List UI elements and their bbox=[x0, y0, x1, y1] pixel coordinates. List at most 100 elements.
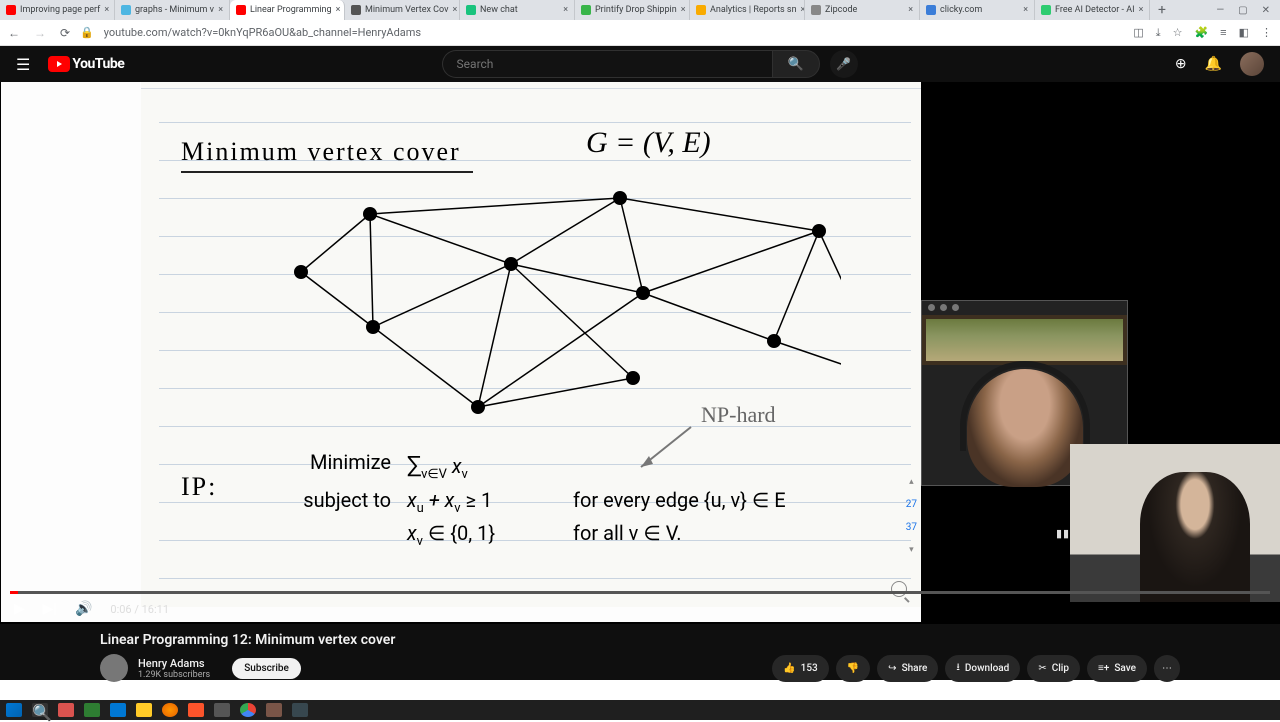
next-icon[interactable]: ▶| bbox=[43, 601, 57, 617]
close-icon[interactable]: ✕ bbox=[1262, 5, 1270, 16]
download-button[interactable]: ⭳Download bbox=[945, 655, 1020, 682]
tab-title: Analytics | Reports sn bbox=[710, 5, 797, 15]
volume-icon[interactable]: 🔊 bbox=[75, 601, 92, 617]
extension-icon[interactable]: ⤓ bbox=[1156, 26, 1161, 40]
clip-button[interactable]: ✂Clip bbox=[1027, 655, 1080, 682]
youtube-logo[interactable]: YouTube bbox=[48, 56, 124, 72]
bookmark-icon[interactable]: ☆ bbox=[1173, 26, 1183, 40]
share-button[interactable]: ↪Share bbox=[877, 655, 938, 682]
search-button[interactable]: 🔍 bbox=[772, 50, 820, 78]
video-title: Linear Programming 12: Minimum vertex co… bbox=[100, 632, 1180, 648]
favicon bbox=[6, 5, 16, 15]
app-icon[interactable] bbox=[58, 703, 74, 717]
search-icon: 🔍 bbox=[787, 57, 803, 72]
favicon bbox=[811, 5, 821, 15]
chevron-up-icon[interactable]: ▴ bbox=[909, 477, 914, 487]
close-icon[interactable]: × bbox=[681, 5, 686, 15]
dislike-button[interactable]: 👎 bbox=[836, 655, 870, 682]
browser-tab[interactable]: Analytics | Reports sn× bbox=[690, 0, 805, 20]
youtube-wordmark: YouTube bbox=[72, 56, 124, 72]
like-button[interactable]: 👍153 bbox=[772, 655, 829, 682]
favicon bbox=[581, 5, 591, 15]
browser-tab[interactable]: Minimum Vertex Cov × bbox=[345, 0, 460, 20]
create-icon[interactable]: ⊕ bbox=[1175, 56, 1187, 72]
channel-avatar[interactable] bbox=[100, 654, 128, 682]
search-icon[interactable]: 🔍 bbox=[32, 703, 48, 717]
close-icon[interactable]: × bbox=[336, 5, 341, 15]
search-bar: 🔍 🎤 bbox=[442, 50, 858, 78]
reload-icon[interactable]: ⟳ bbox=[60, 26, 70, 40]
mic-icon: 🎤 bbox=[836, 57, 851, 71]
close-icon[interactable]: × bbox=[908, 5, 913, 15]
subscribe-button[interactable]: Subscribe bbox=[232, 658, 301, 679]
slide-navigator[interactable]: ▴ 27 37 ▾ bbox=[906, 477, 917, 555]
url-text[interactable]: youtube.com/watch?v=0knYqPR6aOU&ab_chann… bbox=[104, 26, 1124, 39]
forward-icon[interactable]: → bbox=[34, 26, 46, 40]
sidepanel-icon[interactable]: ◧ bbox=[1239, 26, 1249, 40]
browser-tab[interactable]: clicky.com× bbox=[920, 0, 1035, 20]
avatar[interactable] bbox=[1240, 52, 1264, 76]
vscode-icon[interactable] bbox=[110, 703, 126, 717]
viewer-webcam: ▮▮ bbox=[1070, 444, 1280, 602]
more-button[interactable]: ⋯ bbox=[1154, 655, 1180, 682]
pause-icon: ▮▮ bbox=[1056, 527, 1070, 540]
app-icon[interactable] bbox=[84, 703, 100, 717]
download-icon: ⭳ bbox=[956, 660, 960, 677]
thumbs-up-icon: 👍 bbox=[783, 663, 795, 674]
page-number: 37 bbox=[906, 522, 917, 533]
close-icon[interactable]: × bbox=[218, 5, 223, 15]
tab-title: Minimum Vertex Cov bbox=[365, 5, 448, 15]
app-icon[interactable] bbox=[214, 703, 230, 717]
browser-tab[interactable]: New chat× bbox=[460, 0, 575, 20]
extension-icon[interactable]: ◫ bbox=[1133, 26, 1143, 40]
browser-address-bar: ← → ⟳ 🔒 youtube.com/watch?v=0knYqPR6aOU&… bbox=[0, 20, 1280, 46]
firefox-icon[interactable] bbox=[162, 703, 178, 717]
close-icon[interactable]: × bbox=[1023, 5, 1028, 15]
app-icon[interactable] bbox=[292, 703, 308, 717]
play-icon[interactable]: ▶ bbox=[14, 601, 25, 617]
close-icon[interactable]: × bbox=[1139, 5, 1144, 15]
browser-tab[interactable]: graphs - Minimum v× bbox=[115, 0, 230, 20]
close-icon[interactable]: × bbox=[104, 5, 109, 15]
back-icon[interactable]: ← bbox=[8, 26, 20, 40]
new-tab-button[interactable]: + bbox=[1150, 2, 1174, 18]
menu-icon[interactable]: ⋮ bbox=[1261, 26, 1272, 40]
browser-tab[interactable]: Free AI Detector - AI× bbox=[1035, 0, 1150, 20]
progress-bar[interactable] bbox=[10, 591, 1270, 594]
app-icon[interactable] bbox=[266, 703, 282, 717]
close-icon[interactable]: × bbox=[452, 5, 457, 15]
hamburger-icon[interactable]: ☰ bbox=[16, 55, 30, 74]
tab-title: Improving page perf bbox=[20, 5, 100, 15]
maximize-icon[interactable]: ▢ bbox=[1238, 5, 1247, 16]
browser-tab[interactable]: Improving page perf × bbox=[0, 0, 115, 20]
voice-search-button[interactable]: 🎤 bbox=[830, 50, 858, 78]
save-button[interactable]: ≡+Save bbox=[1087, 655, 1147, 682]
thumbs-down-icon: 👎 bbox=[847, 663, 859, 674]
browser-tab[interactable]: Zipcode × bbox=[805, 0, 920, 20]
windows-taskbar: 🔍 bbox=[0, 700, 1280, 720]
video-meta: Linear Programming 12: Minimum vertex co… bbox=[0, 624, 1280, 680]
slide: Minimum vertex cover G = (V, E) bbox=[141, 82, 921, 607]
favicon bbox=[1041, 5, 1051, 15]
tab-title: Zipcode bbox=[825, 5, 857, 15]
start-icon[interactable] bbox=[6, 703, 22, 717]
channel-name[interactable]: Henry Adams bbox=[138, 657, 210, 670]
browser-tab[interactable]: Printify Drop Shippin × bbox=[575, 0, 690, 20]
minimize-icon[interactable]: — bbox=[1216, 5, 1224, 16]
chevron-down-icon[interactable]: ▾ bbox=[909, 545, 914, 555]
tab-title: Printify Drop Shippin bbox=[595, 5, 677, 15]
ip-label: IP: bbox=[181, 472, 217, 502]
close-icon[interactable]: × bbox=[563, 5, 568, 15]
favicon bbox=[696, 5, 706, 15]
notifications-icon[interactable]: 🔔 bbox=[1205, 56, 1222, 72]
search-input[interactable] bbox=[442, 50, 772, 78]
chrome-icon[interactable] bbox=[240, 703, 256, 717]
page-number: 27 bbox=[906, 499, 917, 510]
extension-icon[interactable]: ≡ bbox=[1220, 26, 1226, 40]
browser-tab[interactable]: Linear Programming× bbox=[230, 0, 345, 20]
browser-tab-strip: Improving page perf×graphs - Minimum v×L… bbox=[0, 0, 1280, 20]
brave-icon[interactable] bbox=[188, 703, 204, 717]
video-player[interactable]: Minimum vertex cover G = (V, E) bbox=[0, 82, 1280, 624]
extensions-icon[interactable]: 🧩 bbox=[1194, 26, 1208, 40]
explorer-icon[interactable] bbox=[136, 703, 152, 717]
